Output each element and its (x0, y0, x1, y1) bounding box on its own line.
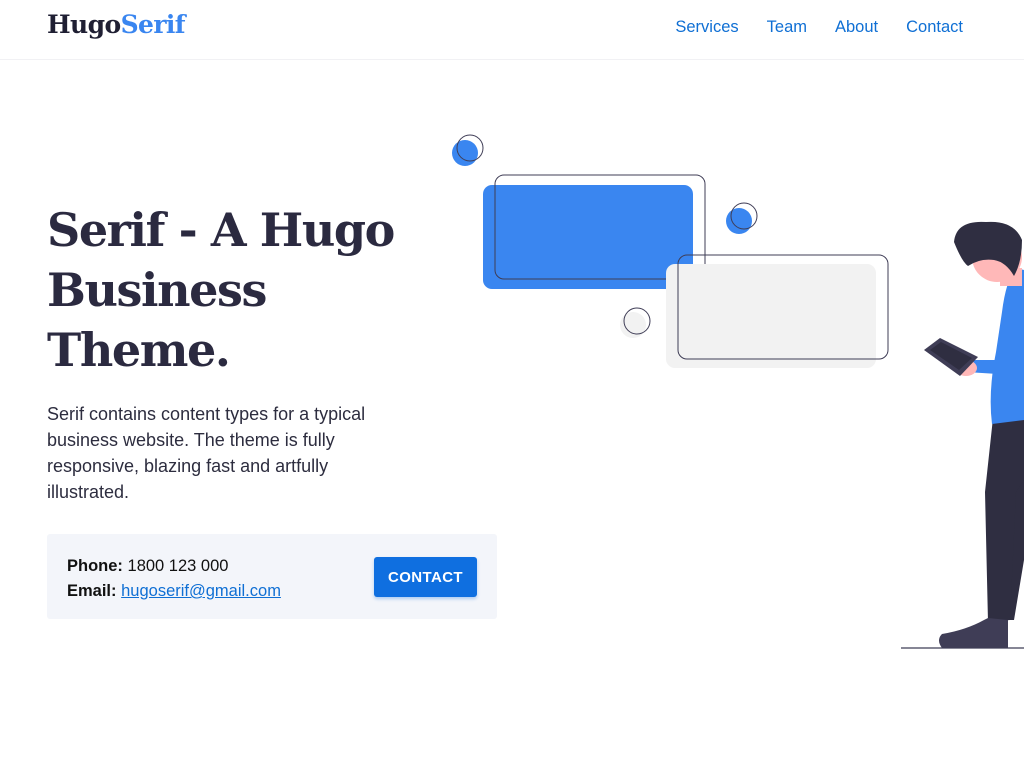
dot-blue-middle (726, 208, 752, 234)
site-logo[interactable]: HugoSerif (47, 10, 186, 39)
main-nav: Services Team About Contact (675, 18, 963, 37)
shoe (939, 618, 1008, 648)
email-row: Email: hugoserif@gmail.com (67, 579, 281, 604)
blue-message-bubble (483, 185, 693, 289)
phone-label: Phone: (67, 557, 123, 575)
nav-link-about[interactable]: About (835, 18, 878, 37)
dot-gray-lower (620, 312, 646, 338)
site-header: HugoSerif Services Team About Contact (0, 0, 1024, 60)
contact-details: Phone: 1800 123 000 Email: hugoserif@gma… (67, 554, 281, 604)
phone-row: Phone: 1800 123 000 (67, 554, 281, 579)
nav-link-contact[interactable]: Contact (906, 18, 963, 37)
hero-illustration (452, 134, 1024, 649)
person-with-tablet (901, 221, 1024, 649)
gray-message-bubble (666, 264, 876, 368)
logo-text-main: Hugo (47, 10, 121, 39)
hero-title: Serif - A Hugo Business Theme. (47, 200, 467, 380)
chat-bubbles-graphic (452, 134, 889, 368)
hero-description: Serif contains content types for a typic… (47, 404, 366, 502)
hero-title-line-2: Business (47, 263, 267, 317)
nav-link-team[interactable]: Team (767, 18, 807, 37)
hero-title-line-3: Theme. (47, 323, 231, 377)
phone-value: 1800 123 000 (127, 557, 229, 575)
contact-box: Phone: 1800 123 000 Email: hugoserif@gma… (47, 534, 497, 619)
dot-blue-topleft (452, 140, 478, 166)
nav-link-services[interactable]: Services (675, 18, 738, 37)
hero-title-line-1: Serif - A Hugo (47, 203, 395, 257)
logo-text-accent: Serif (120, 10, 186, 39)
email-label: Email: (67, 582, 117, 600)
email-link[interactable]: hugoserif@gmail.com (121, 582, 281, 600)
